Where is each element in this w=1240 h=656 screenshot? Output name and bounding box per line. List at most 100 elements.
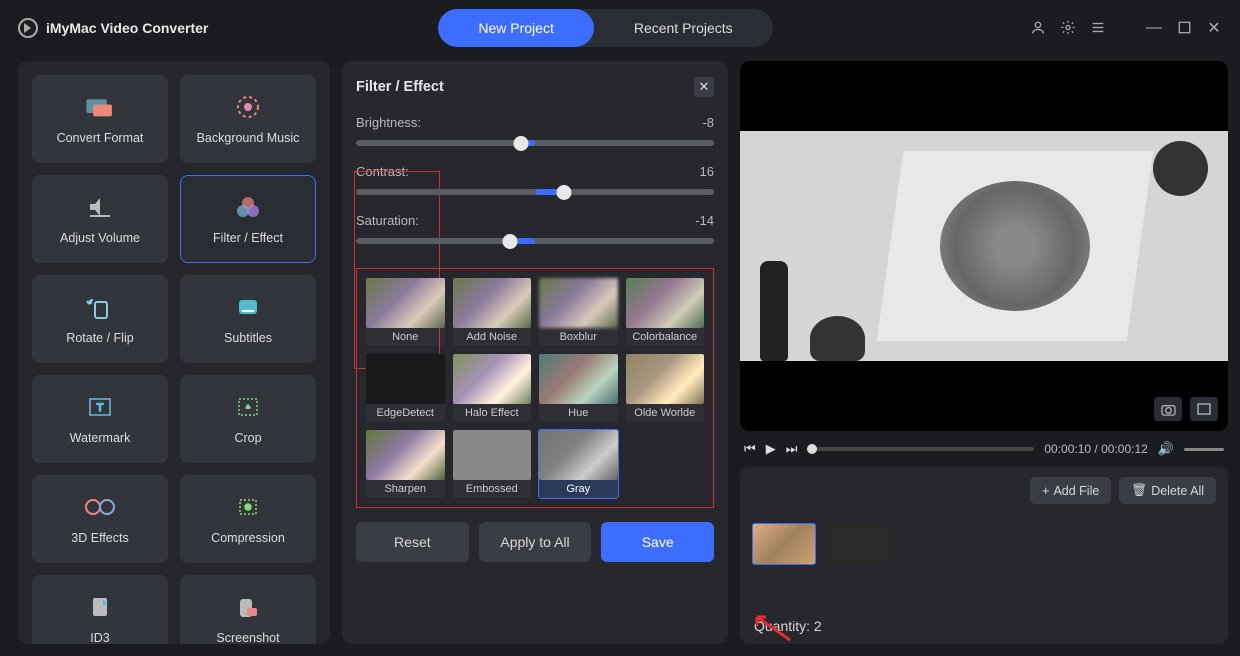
tool-label: Compression <box>211 531 285 545</box>
volume-icon <box>82 193 118 221</box>
add-file-button[interactable]: +Add File <box>1030 477 1111 504</box>
title-bar-right: — ✕ <box>1030 20 1222 36</box>
filter-none[interactable]: None <box>365 277 446 347</box>
rotate-icon <box>82 293 118 321</box>
maximize-icon[interactable] <box>1176 20 1192 36</box>
app-logo-area: iMyMac Video Converter <box>18 18 208 38</box>
panel-close-button[interactable]: ✕ <box>694 77 714 97</box>
preview-column: ⏮ ▶ ⏭ 00:00:10 / 00:00:12 🔊 +Add File 🗑D… <box>740 61 1228 644</box>
tool-label: Filter / Effect <box>213 231 283 245</box>
tool-subtitles[interactable]: Subtitles <box>180 275 316 363</box>
filter-halo-effect[interactable]: Halo Effect <box>452 353 533 423</box>
tool-adjust-volume[interactable]: Adjust Volume <box>32 175 168 263</box>
tool-label: Background Music <box>197 131 300 145</box>
tool-grid: Convert Format Background Music Adjust V… <box>32 75 316 644</box>
filter-olde-worlde[interactable]: Olde Worlde <box>625 353 706 423</box>
volume-icon[interactable]: 🔊 <box>1158 441 1174 457</box>
trash-icon: 🗑 <box>1131 483 1147 498</box>
app-title: iMyMac Video Converter <box>46 20 208 36</box>
clip-thumbnails <box>752 523 1216 565</box>
tool-label: 3D Effects <box>71 531 128 545</box>
tool-label: Subtitles <box>224 331 272 345</box>
screenshot-icon <box>230 593 266 621</box>
preview-frame <box>740 131 1228 361</box>
saturation-label: Saturation: <box>356 213 419 228</box>
tool-3d-effects[interactable]: 3D Effects <box>32 475 168 563</box>
clip-2[interactable] <box>826 523 890 565</box>
tool-filter-effect[interactable]: Filter / Effect <box>180 175 316 263</box>
contrast-slider[interactable] <box>356 189 714 195</box>
prev-icon[interactable]: ⏮ <box>744 441 756 457</box>
timeline-slider[interactable] <box>807 447 1034 451</box>
tab-recent-projects[interactable]: Recent Projects <box>594 9 773 47</box>
compression-icon <box>230 493 266 521</box>
tool-screenshot[interactable]: Screenshot <box>180 575 316 644</box>
user-icon[interactable] <box>1030 20 1046 36</box>
filter-colorbalance[interactable]: Colorbalance <box>625 277 706 347</box>
tool-label: Screenshot <box>216 631 279 644</box>
tool-sidebar: Convert Format Background Music Adjust V… <box>18 61 330 644</box>
tool-id3[interactable]: ID3 <box>32 575 168 644</box>
filter-sharpen[interactable]: Sharpen <box>365 429 446 499</box>
next-icon[interactable]: ⏭ <box>786 441 798 457</box>
quantity-display: Quantity: 2 <box>754 618 822 634</box>
tool-label: Convert Format <box>57 131 144 145</box>
saturation-value: -14 <box>695 213 714 228</box>
contrast-slider-block: Contrast: 16 <box>356 164 714 195</box>
reset-button[interactable]: Reset <box>356 522 469 562</box>
svg-text:T: T <box>97 402 104 414</box>
filter-panel: Filter / Effect ✕ Brightness: -8 Contras… <box>342 61 728 644</box>
filter-add-noise[interactable]: Add Noise <box>452 277 533 347</box>
transport-bar: ⏮ ▶ ⏭ 00:00:10 / 00:00:12 🔊 <box>740 441 1228 457</box>
tool-compression[interactable]: Compression <box>180 475 316 563</box>
plus-icon: + <box>1042 484 1049 498</box>
volume-slider[interactable] <box>1184 448 1224 451</box>
tool-label: ID3 <box>90 631 109 644</box>
filter-boxblur[interactable]: Boxblur <box>538 277 619 347</box>
time-display: 00:00:10 / 00:00:12 <box>1044 442 1147 456</box>
title-bar: iMyMac Video Converter New Project Recen… <box>0 0 1240 55</box>
filter-hue[interactable]: Hue <box>538 353 619 423</box>
panel-actions: Reset Apply to All Save <box>356 522 714 562</box>
tool-label: Rotate / Flip <box>66 331 133 345</box>
settings-icon[interactable] <box>1060 20 1076 36</box>
id3-icon <box>82 593 118 621</box>
close-icon[interactable]: ✕ <box>1206 20 1222 36</box>
convert-icon <box>82 93 118 121</box>
filter-gray[interactable]: Gray <box>538 429 619 499</box>
apply-all-button[interactable]: Apply to All <box>479 522 592 562</box>
tool-label: Watermark <box>70 431 131 445</box>
saturation-slider[interactable] <box>356 238 714 244</box>
project-tabs: New Project Recent Projects <box>438 9 772 47</box>
save-button[interactable]: Save <box>601 522 714 562</box>
3d-icon <box>82 493 118 521</box>
filter-presets-grid: None Add Noise Boxblur Colorbalance Edge… <box>356 268 714 508</box>
fullscreen-icon[interactable] <box>1190 397 1218 421</box>
tool-convert-format[interactable]: Convert Format <box>32 75 168 163</box>
crop-icon <box>230 393 266 421</box>
brightness-slider[interactable] <box>356 140 714 146</box>
delete-all-button[interactable]: 🗑Delete All <box>1119 477 1216 504</box>
menu-icon[interactable] <box>1090 20 1106 36</box>
tool-crop[interactable]: Crop <box>180 375 316 463</box>
play-icon[interactable]: ▶ <box>766 441 776 457</box>
snapshot-icon[interactable] <box>1154 397 1182 421</box>
tool-background-music[interactable]: Background Music <box>180 75 316 163</box>
tab-new-project[interactable]: New Project <box>438 9 593 47</box>
app-logo-icon <box>18 18 38 38</box>
music-icon <box>230 93 266 121</box>
brightness-value: -8 <box>702 115 714 130</box>
brightness-slider-block: Brightness: -8 <box>356 115 714 146</box>
contrast-label: Contrast: <box>356 164 409 179</box>
contrast-value: 16 <box>700 164 714 179</box>
tool-watermark[interactable]: T Watermark <box>32 375 168 463</box>
tool-rotate-flip[interactable]: Rotate / Flip <box>32 275 168 363</box>
saturation-slider-block: Saturation: -14 <box>356 213 714 244</box>
tool-label: Crop <box>234 431 261 445</box>
video-preview <box>740 61 1228 431</box>
minimize-icon[interactable]: — <box>1146 20 1162 36</box>
filter-embossed[interactable]: Embossed <box>452 429 533 499</box>
filter-edgedetect[interactable]: EdgeDetect <box>365 353 446 423</box>
main-area: Convert Format Background Music Adjust V… <box>0 55 1240 650</box>
clip-1[interactable] <box>752 523 816 565</box>
